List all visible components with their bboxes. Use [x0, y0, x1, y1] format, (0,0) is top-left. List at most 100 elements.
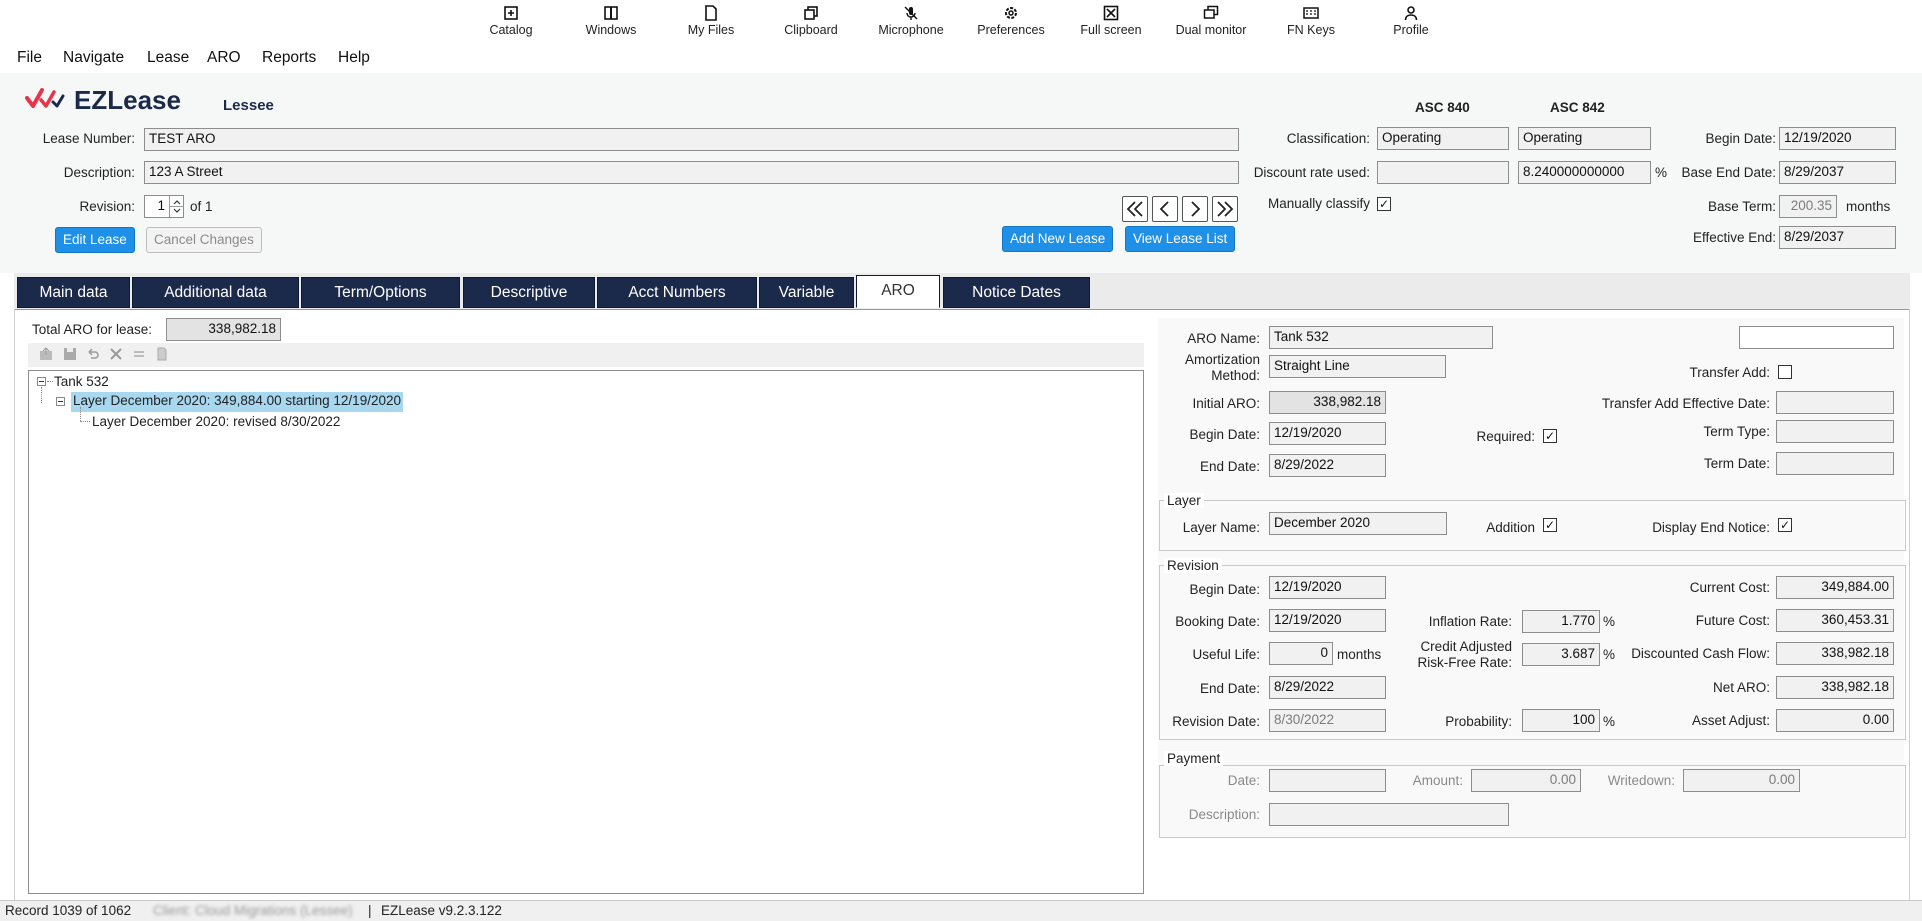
- my-files-button[interactable]: My Files: [661, 0, 761, 46]
- menu-aro[interactable]: ARO: [207, 49, 241, 67]
- edit-lease-button[interactable]: Edit Lease: [55, 227, 135, 253]
- previous-record-button[interactable]: [1152, 196, 1178, 222]
- discount-rate-842-field[interactable]: 8.240000000000: [1518, 161, 1651, 184]
- credit-rate-field[interactable]: 3.687: [1522, 643, 1600, 666]
- booking-date-label: Booking Date:: [1175, 614, 1260, 629]
- tab-notice-dates[interactable]: Notice Dates: [943, 277, 1090, 308]
- tree-node-layer[interactable]: Layer December 2020: 349,884.00 starting…: [71, 392, 403, 412]
- amortization-label-line1: Amortization: [1184, 352, 1260, 367]
- payment-description-field[interactable]: [1269, 803, 1509, 826]
- tree-node-tank[interactable]: Tank 532: [54, 374, 109, 389]
- delete-icon[interactable]: [108, 346, 124, 362]
- aro-begin-date-label: Begin Date:: [1189, 427, 1260, 442]
- total-aro-label: Total ARO for lease:: [32, 322, 153, 337]
- keyboard-icon: [1303, 5, 1319, 21]
- payment-amount-label: Amount:: [1412, 773, 1463, 788]
- manually-classify-checkbox[interactable]: ✓: [1377, 197, 1391, 211]
- catalog-button[interactable]: Catalog: [461, 0, 561, 46]
- microphone-button[interactable]: Microphone: [861, 0, 961, 46]
- transfer-add-checkbox[interactable]: [1778, 365, 1792, 379]
- fn-keys-button[interactable]: FN Keys: [1261, 0, 1361, 46]
- aro-tree-view[interactable]: [28, 370, 1144, 894]
- classification-label: Classification:: [1286, 131, 1370, 146]
- payment-date-field[interactable]: [1269, 769, 1386, 792]
- addition-checkbox[interactable]: ✓: [1543, 518, 1557, 532]
- menu-help[interactable]: Help: [338, 49, 370, 67]
- amortization-label: Amortization Method:: [1160, 352, 1260, 384]
- profile-button[interactable]: Profile: [1361, 0, 1461, 46]
- tree-collapse-icon[interactable]: [56, 397, 65, 406]
- tree-toolbar: [28, 343, 1144, 367]
- clipboard-button[interactable]: Clipboard: [761, 0, 861, 46]
- tab-aro[interactable]: ARO: [856, 275, 940, 308]
- full-screen-button[interactable]: Full screen: [1061, 0, 1161, 46]
- rev-begin-date-field[interactable]: 12/19/2020: [1269, 576, 1386, 599]
- layer-name-field[interactable]: December 2020: [1269, 512, 1447, 535]
- aro-begin-date-field[interactable]: 12/19/2020: [1269, 422, 1386, 445]
- useful-life-field[interactable]: 0: [1269, 642, 1333, 665]
- add-new-lease-button[interactable]: Add New Lease: [1002, 226, 1114, 252]
- aro-end-date-field[interactable]: 8/29/2022: [1269, 454, 1386, 477]
- next-record-button[interactable]: [1182, 196, 1208, 222]
- view-lease-list-button[interactable]: View Lease List: [1125, 226, 1236, 252]
- tab-descriptive[interactable]: Descriptive: [463, 277, 595, 308]
- payment-writedown-field[interactable]: 0.00: [1683, 769, 1800, 792]
- tab-main-data[interactable]: Main data: [17, 277, 130, 308]
- amortization-method-field[interactable]: Straight Line: [1269, 355, 1446, 378]
- base-term-field[interactable]: 200.35: [1779, 195, 1837, 218]
- description-field[interactable]: 123 A Street: [144, 161, 1239, 184]
- lease-number-field[interactable]: TEST ARO: [144, 128, 1239, 151]
- microphone-off-icon: [903, 5, 919, 21]
- tree-collapse-icon[interactable]: [37, 377, 46, 386]
- inflation-rate-field[interactable]: 1.770: [1522, 610, 1600, 633]
- begin-date-field[interactable]: 12/19/2020: [1779, 127, 1896, 150]
- status-client: Client: Cloud Migrations (Lessee): [153, 903, 353, 918]
- aro-name-field[interactable]: Tank 532: [1269, 326, 1493, 349]
- transfer-add-effective-date-field[interactable]: [1776, 391, 1894, 414]
- tree-node-revision[interactable]: Layer December 2020: revised 8/30/2022: [92, 414, 340, 429]
- asset-adjust-field[interactable]: 0.00: [1776, 709, 1894, 732]
- payment-amount-field[interactable]: 0.00: [1471, 769, 1581, 792]
- effective-end-field[interactable]: 8/29/2037: [1779, 226, 1896, 249]
- display-end-notice-checkbox[interactable]: ✓: [1778, 518, 1792, 532]
- required-checkbox[interactable]: ✓: [1543, 429, 1557, 443]
- equals-icon[interactable]: [131, 346, 147, 362]
- term-date-field[interactable]: [1776, 452, 1894, 475]
- first-record-button[interactable]: [1122, 196, 1148, 222]
- revision-spinner-arrows[interactable]: [169, 196, 184, 217]
- rev-end-date-field[interactable]: 8/29/2022: [1269, 676, 1386, 699]
- tab-additional-data[interactable]: Additional data: [132, 277, 299, 308]
- dual-monitor-button[interactable]: Dual monitor: [1161, 0, 1261, 46]
- preferences-button[interactable]: Preferences: [961, 0, 1061, 46]
- net-aro-field[interactable]: 338,982.18: [1776, 676, 1894, 699]
- save-icon[interactable]: [62, 346, 78, 362]
- tab-term-options[interactable]: Term/Options: [301, 277, 460, 308]
- term-type-field[interactable]: [1776, 420, 1894, 443]
- probability-field[interactable]: 100: [1522, 709, 1600, 732]
- windows-button[interactable]: Windows: [561, 0, 661, 46]
- classification-842-field[interactable]: Operating: [1518, 127, 1651, 150]
- menu-navigate[interactable]: Navigate: [63, 49, 124, 67]
- document-icon[interactable]: [154, 346, 170, 362]
- current-cost-field[interactable]: 349,884.00: [1776, 576, 1894, 599]
- menu-reports[interactable]: Reports: [262, 49, 316, 67]
- export-icon[interactable]: [38, 346, 54, 362]
- discount-rate-840-field[interactable]: [1377, 161, 1509, 184]
- effective-end-label: Effective End:: [1692, 230, 1776, 245]
- aro-end-date-label: End Date:: [1199, 459, 1260, 474]
- base-end-date-field[interactable]: 8/29/2037: [1779, 161, 1896, 184]
- menu-file[interactable]: File: [17, 49, 42, 67]
- cancel-changes-button[interactable]: Cancel Changes: [146, 227, 262, 253]
- aro-extra-field[interactable]: [1739, 326, 1894, 349]
- tab-variable[interactable]: Variable: [759, 277, 854, 308]
- revision-date-field[interactable]: 8/30/2022: [1269, 709, 1386, 732]
- menu-lease[interactable]: Lease: [147, 49, 189, 67]
- discounted-cash-flow-field[interactable]: 338,982.18: [1776, 642, 1894, 665]
- revision-date-label: Revision Date:: [1172, 714, 1260, 729]
- booking-date-field[interactable]: 12/19/2020: [1269, 609, 1386, 632]
- clipboard-label: Clipboard: [784, 23, 838, 37]
- future-cost-field[interactable]: 360,453.31: [1776, 609, 1894, 632]
- classification-840-field[interactable]: Operating: [1377, 127, 1509, 150]
- tab-acct-numbers[interactable]: Acct Numbers: [597, 277, 757, 308]
- undo-icon[interactable]: [85, 346, 101, 362]
